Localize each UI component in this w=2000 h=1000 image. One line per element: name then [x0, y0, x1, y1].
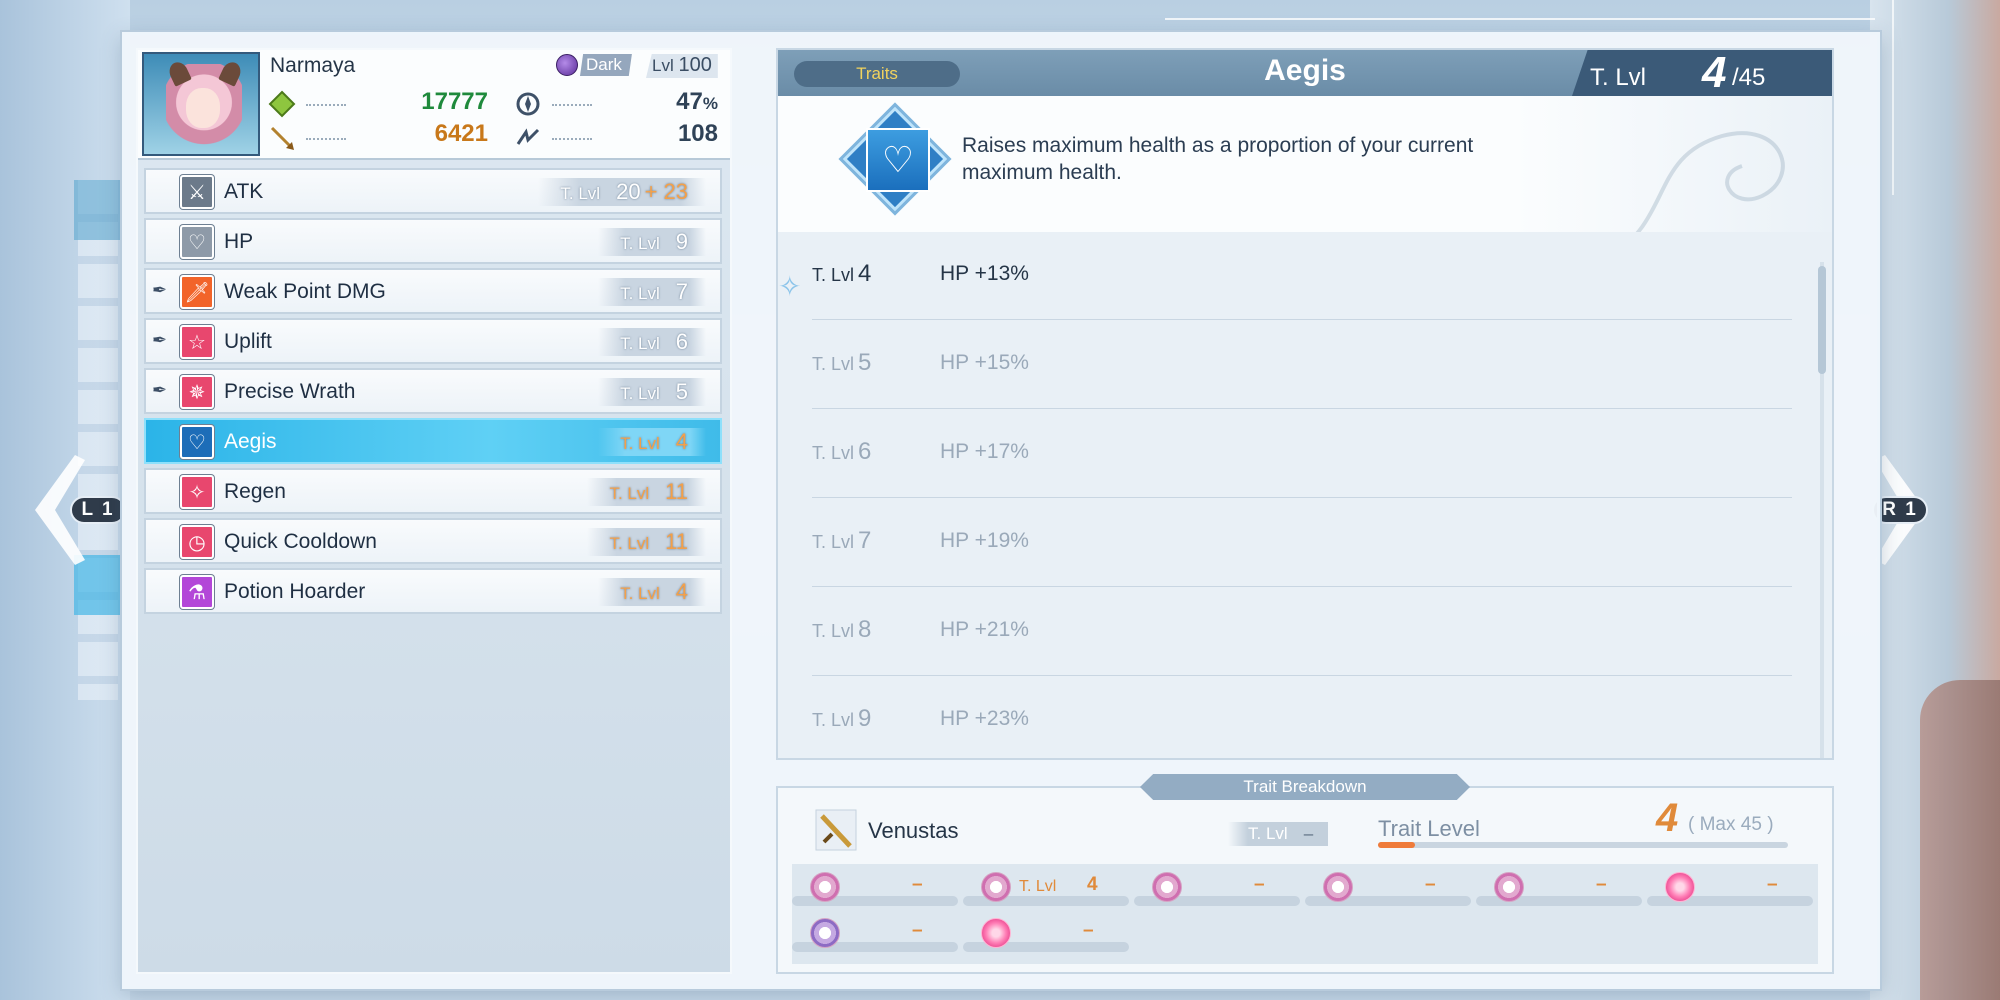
sigil-slot[interactable]: –	[792, 870, 958, 908]
attack-icon	[270, 126, 294, 150]
level-row: T. Lvl 8 HP +21%	[812, 588, 1792, 676]
pin-icon: ✒	[152, 280, 168, 300]
pin-icon: ✒	[152, 380, 168, 400]
trait-row-aegis[interactable]: ♡ Aegis T. Lvl 4	[144, 418, 722, 464]
heart-icon: ♡	[180, 425, 214, 459]
trait-row-precise-wrath[interactable]: ✒ ✵ Precise Wrath T. Lvl 5	[144, 368, 722, 414]
clock-icon: ◷	[180, 525, 214, 559]
sigil-slots: – T. Lvl 4 – – – – – –	[792, 864, 1818, 964]
sigil-icon	[810, 872, 840, 902]
burst-icon: ✵	[180, 375, 214, 409]
sword-icon: ⚔	[180, 175, 214, 209]
weapon-icon	[815, 809, 857, 851]
decorative-line	[1892, 0, 1894, 195]
element-badge: Dark	[556, 54, 632, 78]
trait-level-display: T. Lvl 4 /45	[1572, 50, 1832, 96]
trait-level-max: ( Max 45 )	[1688, 814, 1774, 835]
hp-value: 17777	[421, 88, 488, 115]
potion-icon: ⚗	[180, 575, 214, 609]
hp-icon	[268, 90, 296, 118]
sigil-icon	[1152, 872, 1182, 902]
character-name: Narmaya	[270, 54, 356, 77]
trait-level-total: 4	[1656, 796, 1679, 840]
level-row: T. Lvl 5 HP +15%	[812, 321, 1792, 409]
trait-row-regen[interactable]: ✧ Regen T. Lvl 11	[144, 468, 722, 514]
trait-row-potion-hoarder[interactable]: ⚗ Potion Hoarder T. Lvl 4	[144, 568, 722, 614]
sigil-icon	[981, 872, 1011, 902]
heart-icon: ♡	[180, 225, 214, 259]
sigil-slot[interactable]: –	[1134, 870, 1300, 908]
sparkle-icon: ✧	[180, 475, 214, 509]
trait-row-hp[interactable]: ♡ HP T. Lvl 9	[144, 218, 722, 264]
star-icon: ☆	[180, 325, 214, 359]
level-effects-list[interactable]: ✧ T. Lvl 4 HP +13% T. Lvl 5 HP +15% T. Lvl…	[778, 232, 1832, 758]
r1-key-hint[interactable]: R 1	[1872, 496, 1928, 524]
crit-rate-value: 47%	[676, 88, 718, 115]
sigil-icon	[1494, 872, 1524, 902]
trait-breakdown-panel: Trait Breakdown Venustas T. Lvl – Trait L…	[776, 774, 1834, 974]
sigil-slot[interactable]: –	[792, 916, 958, 954]
trait-row-atk[interactable]: ⚔ ATK T. Lvl 20 + 23	[144, 168, 722, 214]
sigil-slot[interactable]: T. Lvl 4	[963, 870, 1129, 908]
blade-icon: 🗡	[180, 275, 214, 309]
sigil-slot[interactable]: –	[1647, 870, 1813, 908]
trait-row-quick-cooldown[interactable]: ◷ Quick Cooldown T. Lvl 11	[144, 518, 722, 564]
level-row: T. Lvl 4 HP +13%	[812, 232, 1792, 320]
l1-key-hint[interactable]: L 1	[70, 496, 126, 524]
weapon-trait-level: T. Lvl –	[1228, 822, 1328, 846]
stun-icon	[516, 128, 540, 145]
character-card: Narmaya Dark Lvl 100 17777 6421 47% 108	[138, 50, 730, 160]
sigil-slot[interactable]: –	[1476, 870, 1642, 908]
character-traits-column: Narmaya Dark Lvl 100 17777 6421 47% 108	[136, 48, 732, 974]
sigil-icon	[1665, 872, 1695, 902]
sigil-slot[interactable]: –	[963, 916, 1129, 954]
scrollbar-thumb[interactable]	[1818, 266, 1826, 374]
trait-level-progress-bar	[1378, 842, 1788, 848]
aegis-heart-icon: ♡	[866, 128, 930, 192]
sigil-icon	[981, 918, 1011, 948]
level-row: T. Lvl 6 HP +17%	[812, 410, 1792, 498]
weapon-name: Venustas	[868, 818, 959, 843]
current-level-marker-icon: ✧	[778, 271, 802, 302]
sigil-icon	[810, 918, 840, 948]
trait-row-weak-point-dmg[interactable]: ✒ 🗡 Weak Point DMG T. Lvl 7	[144, 268, 722, 314]
character-portrait	[142, 52, 260, 156]
detail-header: Traits Aegis T. Lvl 4 /45	[778, 50, 1832, 96]
dark-element-icon	[556, 54, 578, 76]
trait-description: Raises maximum health as a proportion of…	[962, 134, 1474, 184]
sigil-slot[interactable]: –	[1305, 870, 1471, 908]
trait-detail-panel: Traits Aegis T. Lvl 4 /45 ♡ Raises maxim…	[776, 48, 1834, 760]
breakdown-title: Trait Breakdown	[1140, 774, 1470, 800]
sigil-icon	[1323, 872, 1353, 902]
level-badge: Lvl 100	[646, 54, 718, 78]
pin-icon: ✒	[152, 330, 168, 350]
decorative-line	[1165, 18, 1875, 20]
stun-value: 108	[677, 120, 718, 147]
attack-value: 6421	[434, 120, 488, 147]
trait-row-uplift[interactable]: ✒ ☆ Uplift T. Lvl 6	[144, 318, 722, 364]
crit-icon	[516, 92, 540, 116]
trait-level-label: Trait Level	[1378, 816, 1480, 841]
progress-fill	[1378, 842, 1415, 848]
level-row: T. Lvl 9 HP +23%	[812, 677, 1792, 758]
trait-list: ⚔ ATK T. Lvl 20 + 23 ♡ HP T. Lvl 9 ✒ 🗡 Weak…	[144, 168, 724, 618]
level-row: T. Lvl 7 HP +19%	[812, 499, 1792, 587]
